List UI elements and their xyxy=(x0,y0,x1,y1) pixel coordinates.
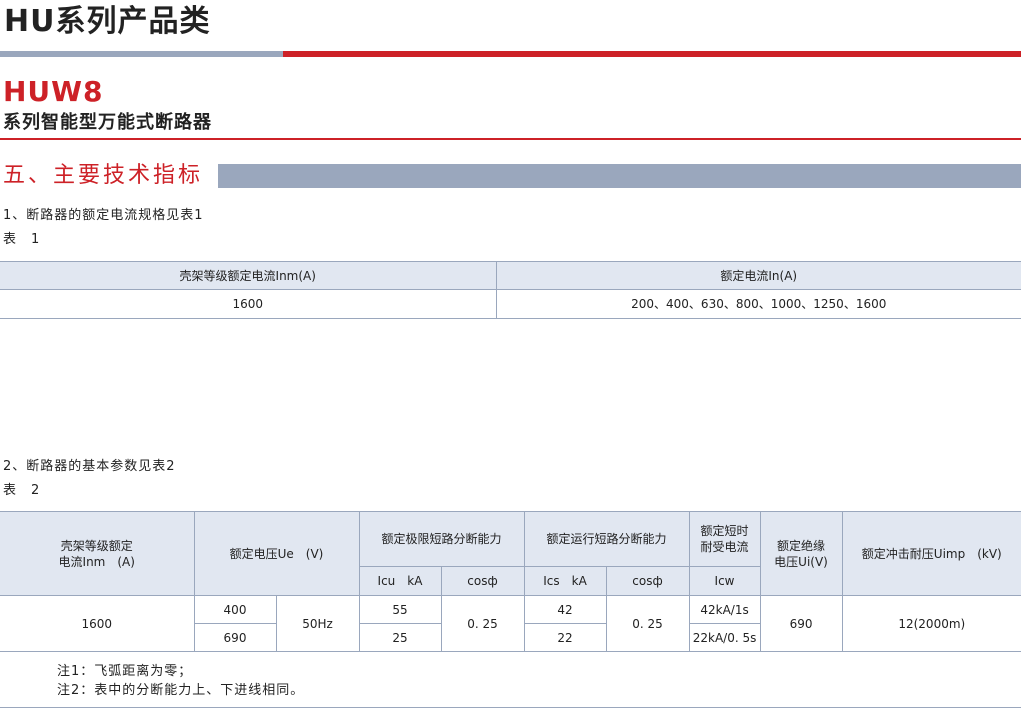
model-title: HUW8 xyxy=(3,75,104,108)
table1-intro: 1、断路器的额定电流规格见表1 xyxy=(3,208,204,223)
t2-header-icw: Icw xyxy=(688,566,761,596)
t2-header-icw-group: 额定短时 耐受电流 xyxy=(688,511,761,567)
section-title: 五、主要技术指标 xyxy=(3,163,204,188)
section-title-bar xyxy=(218,164,1021,188)
t2-cell-frame-current: 1600 xyxy=(0,595,195,652)
t2-header-icu: Icu kA xyxy=(358,566,442,596)
t1-cell-frame-current: 1600 xyxy=(0,289,497,319)
category-title: HU系列产品类 xyxy=(4,4,211,39)
t2-cell-voltage: 400 xyxy=(193,595,277,624)
t1-header-frame-current: 壳架等级额定电流Inm(A) xyxy=(0,261,497,290)
table1-caption: 表 1 xyxy=(3,232,41,247)
note-2: 注2：表中的分断能力上、下进线相同。 xyxy=(57,683,305,698)
t2-cell-icu-cos: 0. 25 xyxy=(440,595,525,652)
table-row: 1600 400 50Hz 55 0. 25 42 0. 25 42kA/1s … xyxy=(0,595,1021,652)
table2-caption: 表 2 xyxy=(3,483,41,498)
t2-cell-icu: 55 xyxy=(358,595,442,624)
t2-header-frame-current: 壳架等级额定 电流Inm (A) xyxy=(0,511,195,596)
t2-header-ui: 额定绝缘 电压Ui(V) xyxy=(759,511,843,596)
rated-current-table: 壳架等级额定电流Inm(A) 额定电流In(A) 1600 200、400、63… xyxy=(0,261,1021,319)
header-bar-red xyxy=(283,51,1021,57)
t2-header-rated-voltage: 额定电压Ue (V) xyxy=(193,511,360,596)
t1-cell-rated-current: 200、400、630、800、1000、1250、1600 xyxy=(495,289,1021,319)
title-rule xyxy=(0,138,1021,140)
t1-header-rated-current: 额定电流In(A) xyxy=(495,261,1021,290)
series-subtitle: 系列智能型万能式断路器 xyxy=(3,112,212,133)
t2-cell-icu: 25 xyxy=(358,623,442,652)
t2-cell-ics: 22 xyxy=(523,623,607,652)
basic-parameters-table: 壳架等级额定 电流Inm (A) 额定电压Ue (V) 额定极限短路分断能力 额… xyxy=(0,511,1021,652)
header-divider-bar xyxy=(0,51,1021,57)
t2-header-ics: Ics kA xyxy=(523,566,607,596)
bottom-rule xyxy=(0,707,1021,708)
table2-intro: 2、断路器的基本参数见表2 xyxy=(3,459,176,474)
t2-header-uimp: 额定冲击耐压Uimp (kV) xyxy=(841,511,1021,596)
t2-cell-uimp: 12(2000m) xyxy=(841,595,1021,652)
t2-cell-icw: 42kA/1s xyxy=(688,595,761,624)
t2-cell-ics-cos: 0. 25 xyxy=(605,595,690,652)
note-1: 注1：飞弧距离为零； xyxy=(57,664,193,679)
t2-header-icu-cos: cosф xyxy=(440,566,525,596)
t2-cell-voltage: 690 xyxy=(193,623,277,652)
t2-header-ics-cos: cosф xyxy=(605,566,690,596)
t2-cell-frequency: 50Hz xyxy=(275,595,360,652)
t2-cell-ui: 690 xyxy=(759,595,843,652)
t2-header-ics-group: 额定运行短路分断能力 xyxy=(523,511,690,567)
t2-header-icu-group: 额定极限短路分断能力 xyxy=(358,511,525,567)
t2-cell-ics: 42 xyxy=(523,595,607,624)
header-bar-gray xyxy=(0,51,283,57)
t2-cell-icw: 22kA/0. 5s xyxy=(688,623,761,652)
